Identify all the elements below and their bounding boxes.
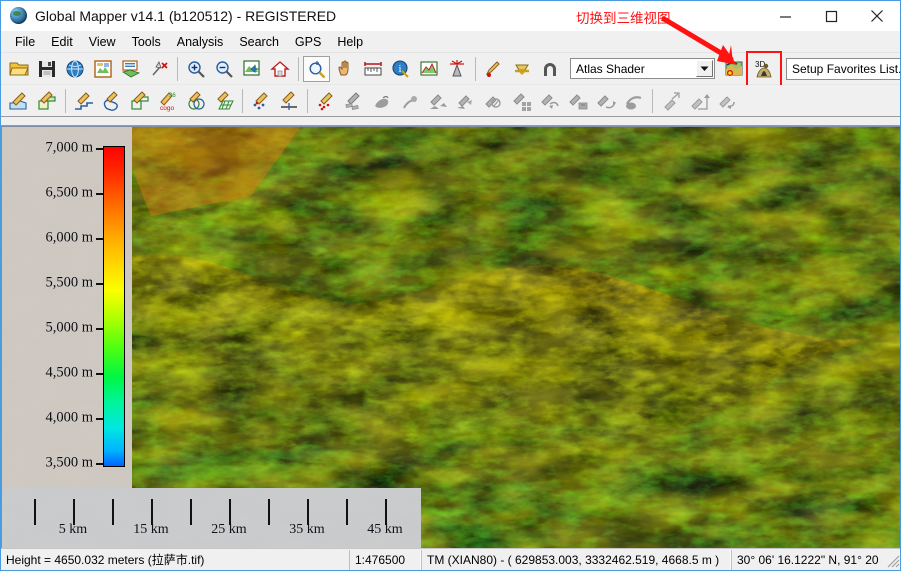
status-latlon[interactable]: 30° 06' 16.1222" N, 91° 20 (731, 549, 900, 570)
map-view[interactable]: 7,000 m 6,500 m 6,000 m 5,500 m 5,000 m … (1, 125, 901, 549)
toolbar-separator (298, 56, 299, 81)
toolbar-separator (242, 88, 243, 113)
toolbar-separator (307, 88, 308, 113)
title-bar: Global Mapper v14.1 (b120512) - REGISTER… (1, 1, 900, 31)
chevron-down-icon[interactable] (696, 60, 713, 77)
path-profile-icon[interactable] (415, 56, 442, 82)
coverage-icon[interactable] (508, 56, 535, 82)
menu-item-file[interactable]: File (7, 33, 43, 51)
copy-features-icon[interactable] (340, 88, 367, 114)
menu-item-edit[interactable]: Edit (43, 33, 81, 51)
undo-icon[interactable] (657, 88, 684, 114)
svg-text:36: 36 (169, 93, 176, 99)
create-square-icon[interactable] (126, 88, 153, 114)
split-area-icon[interactable] (452, 88, 479, 114)
measure-tool-icon[interactable] (359, 56, 386, 82)
toolbar-separator (65, 88, 66, 113)
create-buffer-icon[interactable] (182, 88, 209, 114)
move-features-icon[interactable] (312, 88, 339, 114)
setup-favorites-list-value: Setup Favorites List... (792, 61, 901, 76)
toolbar-separator (475, 56, 476, 81)
setup-favorites-list[interactable]: Setup Favorites List... (786, 57, 901, 80)
digitizer-tool-icon[interactable] (480, 56, 507, 82)
window-controls (762, 1, 900, 31)
svg-text:cogo: cogo (160, 105, 174, 112)
open-control-center-icon[interactable] (89, 56, 116, 82)
create-range-ring-icon[interactable] (98, 88, 125, 114)
create-point-on-line-icon[interactable] (275, 88, 302, 114)
toolbar-separator (652, 88, 653, 113)
pan-tool-icon[interactable] (331, 56, 358, 82)
reshape-icon[interactable] (480, 88, 507, 114)
smooth-icon[interactable] (508, 88, 535, 114)
menu-item-gps[interactable]: GPS (287, 33, 329, 51)
menu-item-help[interactable]: Help (329, 33, 371, 51)
zoom-out-icon[interactable] (210, 56, 237, 82)
crop-features-icon[interactable] (396, 88, 423, 114)
rotate-icon[interactable] (592, 88, 619, 114)
reverse-icon[interactable] (536, 88, 563, 114)
create-grid-icon[interactable] (210, 88, 237, 114)
status-scale[interactable]: 1:476500 (349, 549, 421, 570)
shader-combo-value: Atlas Shader (576, 61, 645, 76)
minimize-button[interactable] (762, 1, 808, 31)
overlay-options-icon[interactable] (117, 56, 144, 82)
digitizer-toolbar: 36 cogo (1, 85, 900, 117)
combine-areas-icon[interactable] (424, 88, 451, 114)
redo-icon[interactable] (685, 88, 712, 114)
shader-options-icon[interactable] (720, 56, 747, 82)
annotation-text: 切换到三维视图 (576, 11, 671, 26)
view-3d-button-wrapper: 3D (746, 50, 782, 87)
create-points-icon[interactable] (247, 88, 274, 114)
clear-all-icon[interactable] (145, 56, 172, 82)
globe-icon (10, 7, 27, 24)
feature-info-icon[interactable]: i (387, 56, 414, 82)
arch-icon[interactable] (536, 56, 563, 82)
shader-combo[interactable]: Atlas Shader (570, 58, 715, 79)
create-area-icon[interactable] (5, 88, 32, 114)
menu-bar: File Edit View Tools Analysis Search GPS… (1, 31, 900, 53)
svg-text:i: i (398, 64, 401, 75)
advance-icon[interactable] (620, 88, 647, 114)
delete-features-icon[interactable] (368, 88, 395, 114)
full-view-icon[interactable] (266, 56, 293, 82)
close-button[interactable] (854, 1, 900, 31)
zoom-in-icon[interactable] (182, 56, 209, 82)
view-shed-icon[interactable] (443, 56, 470, 82)
create-cogo-icon[interactable]: 36 cogo (154, 88, 181, 114)
toolbar-separator (177, 56, 178, 81)
open-file-icon[interactable] (5, 56, 32, 82)
status-projection-coords[interactable]: TM (XIAN80) - ( 629853.003, 3332462.519,… (421, 549, 731, 570)
offset-icon[interactable] (564, 88, 591, 114)
view-3d-button[interactable]: 3D (750, 56, 777, 82)
create-rectangle-icon[interactable] (33, 88, 60, 114)
menu-item-tools[interactable]: Tools (124, 33, 169, 51)
menu-item-analysis[interactable]: Analysis (169, 33, 232, 51)
menu-item-search[interactable]: Search (231, 33, 287, 51)
create-line-icon[interactable] (70, 88, 97, 114)
zoom-tool-icon[interactable] (303, 55, 330, 82)
status-message: Height = 4650.032 meters (拉萨市.tif) (6, 553, 205, 567)
status-bar: Height = 4650.032 meters (拉萨市.tif) 1:476… (1, 548, 900, 570)
map-canvas[interactable] (1, 126, 901, 549)
main-toolbar: i Atlas Shader 3D Setup Favorites List..… (1, 50, 901, 87)
open-online-data-icon[interactable] (61, 56, 88, 82)
maximize-button[interactable] (808, 1, 854, 31)
global-mapper-window: Global Mapper v14.1 (b120512) - REGISTER… (0, 0, 901, 571)
menu-item-view[interactable]: View (81, 33, 124, 51)
save-workspace-icon[interactable] (33, 56, 60, 82)
zoom-to-layer-icon[interactable] (238, 56, 265, 82)
revert-icon[interactable] (713, 88, 740, 114)
resize-grip-icon[interactable] (887, 555, 900, 568)
window-title: Global Mapper v14.1 (b120512) - REGISTER… (35, 7, 337, 24)
